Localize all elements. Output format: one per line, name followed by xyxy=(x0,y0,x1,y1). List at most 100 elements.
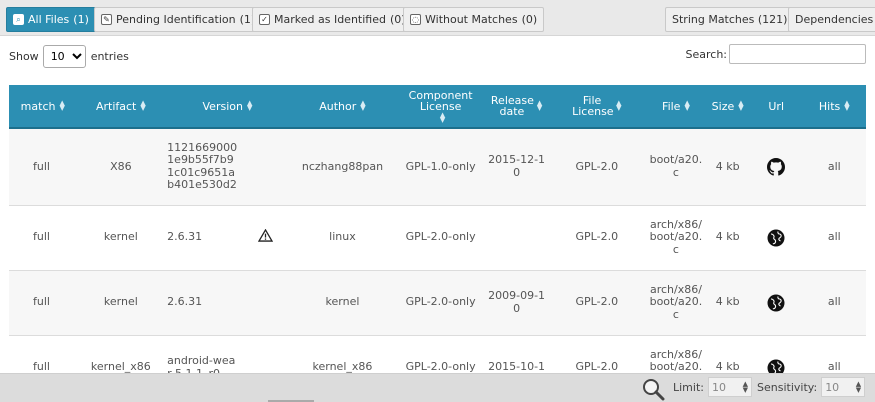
magnifier-icon xyxy=(643,379,665,401)
cell-version: 2.6.31 xyxy=(165,205,242,271)
table-row[interactable]: full kernel 2.6.31 kernel GPL-2.0-only 2… xyxy=(9,270,866,336)
spinner-arrows-icon[interactable]: ▲ ▼ xyxy=(743,381,748,394)
tab-all-files[interactable]: ⌕ All Files (1) xyxy=(6,7,96,32)
col-author-header[interactable]: Author ▲ ▼ xyxy=(289,85,396,129)
cell-url[interactable] xyxy=(749,128,803,206)
cell-file: arch/x86/boot/a20.c xyxy=(646,335,706,373)
limit-spinner[interactable]: 10 ▲ ▼ xyxy=(707,377,752,397)
tab-label: String Matches (121) xyxy=(672,13,788,26)
tab-label: Marked as Identified xyxy=(274,13,386,26)
table-row[interactable]: full X86 11216690001e9b55f7b91c01c9651ab… xyxy=(9,128,866,206)
tab-label: All Files xyxy=(28,13,70,26)
sort-icon: ▲ ▼ xyxy=(844,99,850,113)
sensitivity-spinner[interactable]: 10 ▲ ▼ xyxy=(821,377,866,397)
col-artifact-header[interactable]: Artifact ▲ ▼ xyxy=(76,85,166,129)
col-match-header[interactable]: match ▲ ▼ xyxy=(9,85,77,129)
cell-hits: all xyxy=(802,128,866,206)
limit-control: Limit: 10 ▲ ▼ xyxy=(673,377,752,397)
show-label: Show xyxy=(9,50,39,63)
tab-pending-identification[interactable]: ✎ Pending Identification (1) xyxy=(94,7,263,32)
col-file-license-header[interactable]: File License▲ ▼ xyxy=(547,85,647,129)
col-release-date-header[interactable]: Release date▲ ▼ xyxy=(486,85,548,129)
limit-label: Limit: xyxy=(673,380,704,394)
cell-url[interactable] xyxy=(749,335,803,374)
cell-artifact: X86 xyxy=(76,128,166,206)
cell-warning xyxy=(241,205,290,271)
github-icon[interactable] xyxy=(767,157,786,176)
sort-icon: ▲ ▼ xyxy=(738,99,744,113)
sort-icon: ▲ ▼ xyxy=(140,99,146,113)
col-hits-header[interactable]: Hits ▲ ▼ xyxy=(802,85,866,129)
cell-artifact: kernel xyxy=(76,205,166,271)
col-version-header[interactable]: Version ▲ ▼ xyxy=(165,85,290,129)
cell-author: kernel xyxy=(289,270,396,336)
cell-warning xyxy=(241,270,290,336)
tab-without-matches[interactable]: ◌ Without Matches (0) xyxy=(403,7,545,32)
cell-match: full xyxy=(9,335,77,373)
cell-version: 2.6.31 xyxy=(165,270,242,336)
cell-url[interactable] xyxy=(749,205,803,271)
warning-icon xyxy=(257,228,274,242)
tab-label: Pending Identification xyxy=(116,13,236,26)
tab-string-matches[interactable]: String Matches (121) xyxy=(665,7,795,32)
results-table-container: match ▲ ▼ Artifact ▲ ▼ Version ▲ ▼ Author ▲ ▼ Co… xyxy=(9,85,866,373)
find-button[interactable] xyxy=(641,377,665,402)
cell-file: boot/a20.c xyxy=(646,128,706,206)
tab-marked-as-identified[interactable]: ✓ Marked as Identified (0) xyxy=(252,7,413,32)
cell-release-date: 2009-09-10 xyxy=(486,270,548,336)
cell-file-license: GPL-2.0 xyxy=(547,205,647,271)
table-row[interactable]: full kernel_x86 android-wear-5.1.1_r0. k… xyxy=(9,335,866,373)
cell-version: android-wear-5.1.1_r0. xyxy=(165,335,242,373)
cell-component-license: GPL-2.0-only xyxy=(395,205,486,271)
entries-label: entries xyxy=(90,50,129,63)
bottom-toolbar: Limit: 10 ▲ ▼ Sensitivity: 10 ▲ ▼ xyxy=(0,373,875,402)
pending-icon: ✎ xyxy=(101,14,112,25)
globe-icon[interactable] xyxy=(767,359,785,374)
cell-author: nczhang88pan xyxy=(289,128,396,206)
cell-author: kernel_x86 xyxy=(289,335,396,373)
cell-size: 4 kb xyxy=(705,270,750,336)
table-header-row: match ▲ ▼ Artifact ▲ ▼ Version ▲ ▼ Author ▲ ▼ Co… xyxy=(9,85,866,129)
sensitivity-label: Sensitivity: xyxy=(757,380,818,394)
cell-hits: all xyxy=(802,335,866,373)
cell-file-license: GPL-2.0 xyxy=(547,335,647,373)
cell-author: linux xyxy=(289,205,396,271)
sort-icon: ▲ ▼ xyxy=(246,99,253,113)
tab-count: (0) xyxy=(521,13,538,26)
cell-release-date: 2015-10-1 xyxy=(486,335,548,373)
col-file-header[interactable]: File ▲ ▼ xyxy=(646,85,706,129)
sort-icon: ▲ ▼ xyxy=(684,99,690,113)
cell-match: full xyxy=(9,128,77,206)
cell-hits: all xyxy=(802,270,866,336)
cell-file-license: GPL-2.0 xyxy=(547,270,647,336)
cell-size: 4 kb xyxy=(705,335,750,373)
cell-release-date: 2015-12-10 xyxy=(486,128,548,206)
globe-icon[interactable] xyxy=(767,294,785,312)
tab-label: Without Matches xyxy=(425,13,518,26)
cell-component-license: GPL-1.0-only xyxy=(395,128,486,206)
col-component-license-header[interactable]: Component License▲ ▼ xyxy=(395,85,486,129)
table-row[interactable]: full kernel 2.6.31 linux GPL-2.0-only GP… xyxy=(9,205,866,271)
sort-icon: ▲ ▼ xyxy=(59,99,65,113)
cell-artifact: kernel xyxy=(76,270,166,336)
tab-dependencies[interactable]: Dependencies xyxy=(788,7,875,32)
search-input[interactable] xyxy=(729,44,866,64)
sort-icon: ▲ ▼ xyxy=(360,99,366,113)
cell-url[interactable] xyxy=(749,270,803,336)
cell-component-license: GPL-2.0-only xyxy=(395,335,486,373)
spinner-arrows-icon[interactable]: ▲ ▼ xyxy=(856,381,861,394)
entries-select[interactable]: 10 xyxy=(42,45,86,68)
tab-label: Dependencies xyxy=(795,13,874,26)
sort-icon: ▲ ▼ xyxy=(536,99,543,112)
cell-version: 11216690001e9b55f7b91c01c9651ab401e530d2 xyxy=(165,128,242,206)
table-search: Search: xyxy=(685,44,866,64)
top-tab-bar: ⌕ All Files (1) ✎ Pending Identification… xyxy=(0,0,875,36)
cell-file: arch/x86/boot/a20.c xyxy=(646,270,706,336)
cell-size: 4 kb xyxy=(705,205,750,271)
sort-icon: ▲ ▼ xyxy=(439,110,446,124)
limit-value: 10 xyxy=(711,380,726,394)
col-size-header[interactable]: Size ▲ ▼ xyxy=(705,85,750,129)
cell-match: full xyxy=(9,270,77,336)
search-label: Search: xyxy=(685,47,728,61)
globe-icon[interactable] xyxy=(767,229,785,247)
